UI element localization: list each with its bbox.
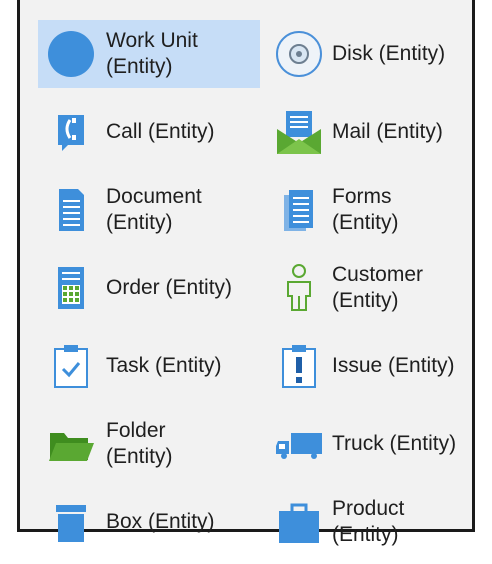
shape-task[interactable]: Task (Entity): [38, 332, 266, 400]
mail-icon: [274, 107, 324, 157]
shape-disk[interactable]: Disk (Entity): [266, 20, 476, 88]
shape-forms[interactable]: Forms (Entity): [266, 176, 476, 244]
shape-label: Call (Entity): [106, 120, 215, 143]
shape-label: Order (Entity): [106, 276, 233, 299]
customer-icon: [274, 263, 324, 313]
disk-icon: [274, 29, 324, 79]
shape-label: Truck (Entity): [332, 432, 457, 455]
shapes-grid: Work Unit (Entity) Disk (Entity) Call (E…: [38, 18, 476, 564]
shape-label: Mail (Entity): [332, 120, 443, 143]
shape-issue[interactable]: Issue (Entity): [266, 332, 476, 400]
shape-truck[interactable]: Truck (Entity): [266, 410, 476, 478]
shape-label: Box (Entity): [106, 510, 215, 533]
document-icon: [46, 185, 96, 235]
shape-mail[interactable]: Mail (Entity): [266, 98, 476, 166]
shape-label: Forms: [332, 185, 392, 208]
shape-call[interactable]: Call (Entity): [38, 98, 266, 166]
forms-icon: [274, 185, 324, 235]
shape-label: Work Unit: [106, 29, 198, 52]
shape-label: Task (Entity): [106, 354, 222, 377]
shape-label-suffix: (Entity): [332, 211, 399, 234]
shape-label-suffix: (Entity): [106, 55, 173, 78]
shape-label-suffix: (Entity): [332, 523, 399, 546]
issue-icon: [274, 341, 324, 391]
shape-customer[interactable]: Customer (Entity): [266, 254, 476, 322]
shape-document[interactable]: Document (Entity): [38, 176, 266, 244]
product-icon: [274, 497, 324, 547]
shape-order[interactable]: Order (Entity): [38, 254, 266, 322]
shape-folder[interactable]: Folder (Entity): [38, 410, 266, 478]
truck-icon: [274, 419, 324, 469]
box-icon: [46, 497, 96, 547]
phone-icon: [46, 107, 96, 157]
shape-work-unit[interactable]: Work Unit (Entity): [38, 20, 260, 88]
order-icon: [46, 263, 96, 313]
shape-label: Product: [332, 497, 405, 520]
circle-icon: [46, 29, 96, 79]
shape-product[interactable]: Product (Entity): [266, 488, 476, 556]
shape-label: Disk (Entity): [332, 42, 446, 65]
shape-label: Issue (Entity): [332, 354, 455, 377]
task-icon: [46, 341, 96, 391]
shapes-panel: Work Unit (Entity) Disk (Entity) Call (E…: [17, 0, 475, 546]
shape-label: Folder: [106, 419, 166, 442]
shape-label-suffix: (Entity): [332, 289, 399, 312]
folder-icon: [46, 419, 96, 469]
shape-label: Customer: [332, 263, 424, 286]
shape-label-suffix: (Entity): [106, 211, 173, 234]
shape-label-suffix: (Entity): [106, 445, 173, 468]
shape-box[interactable]: Box (Entity): [38, 488, 266, 556]
shape-label: Document: [106, 185, 202, 208]
